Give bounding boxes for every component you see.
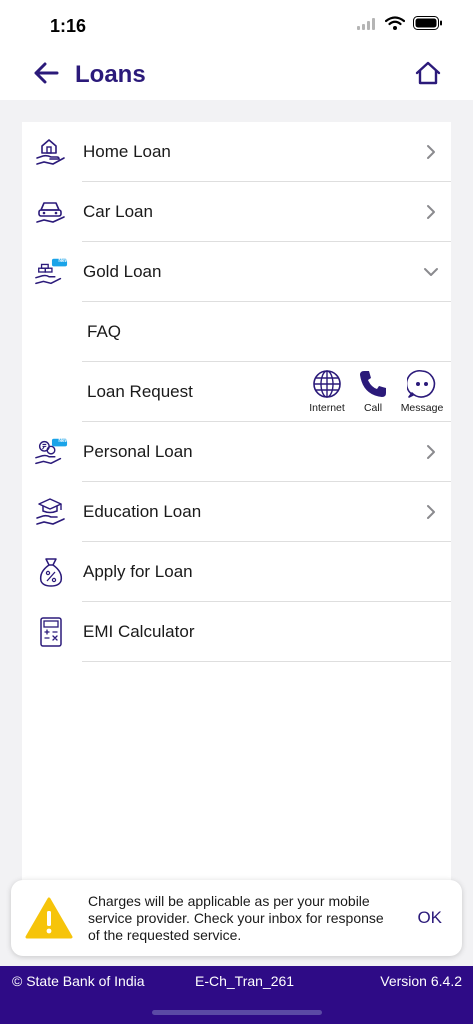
submenu-item-loan-request: Loan Request Internet Call Message (22, 362, 451, 422)
footer-version: Version 6.4.2 (380, 973, 462, 989)
status-bar: 1:16 (0, 0, 473, 50)
new-badge: New (58, 258, 69, 264)
status-icons (357, 16, 443, 35)
call-label: Call (363, 402, 383, 414)
chevron-right-icon (423, 144, 439, 160)
internet-button[interactable]: Internet (302, 368, 352, 420)
menu-item-personal-loan[interactable]: New Personal Loan (22, 422, 451, 482)
message-bubble-icon (405, 368, 439, 400)
loans-menu-card: Home Loan Car Loan New Gold Loan FAQ Loa… (22, 122, 451, 902)
menu-item-education-loan[interactable]: Education Loan (22, 482, 451, 542)
menu-item-label: EMI Calculator (83, 622, 195, 641)
menu-item-label: Car Loan (83, 202, 153, 221)
footer-copyright: © State Bank of India (12, 973, 145, 989)
battery-icon (413, 16, 443, 35)
submenu-item-label: FAQ (87, 322, 122, 341)
submenu-item-faq[interactable]: FAQ (22, 302, 451, 362)
emi-calculator-icon (34, 616, 68, 648)
toast-message: Charges will be applicable as per your m… (88, 893, 384, 943)
menu-item-car-loan[interactable]: Car Loan (22, 182, 451, 242)
wifi-icon (384, 16, 406, 35)
chevron-right-icon (423, 504, 439, 520)
page-title: Loans (75, 61, 146, 88)
menu-item-label: Gold Loan (83, 262, 162, 281)
submenu-item-label: Loan Request (87, 382, 193, 401)
menu-item-apply-for-loan[interactable]: Apply for Loan (22, 542, 451, 602)
education-loan-icon (34, 496, 68, 528)
charges-toast: Charges will be applicable as per your m… (11, 880, 462, 956)
footer-transaction-code: E-Ch_Tran_261 (195, 973, 295, 989)
internet-label: Internet (309, 402, 345, 414)
back-arrow-icon (33, 62, 59, 89)
nav-bar: Loans (0, 50, 473, 100)
menu-item-label: Home Loan (83, 142, 171, 161)
car-loan-icon (34, 196, 68, 228)
chevron-down-icon (423, 264, 439, 280)
warning-icon (25, 896, 73, 940)
home-loan-icon (34, 136, 68, 168)
footer-bar: © State Bank of India E-Ch_Tran_261 Vers… (0, 966, 473, 1024)
status-time: 1:16 (50, 16, 87, 36)
cellular-icon (357, 17, 377, 35)
menu-item-label: Apply for Loan (83, 562, 193, 581)
apply-loan-icon (34, 556, 68, 588)
menu-item-emi-calculator[interactable]: EMI Calculator (22, 602, 451, 662)
home-icon (415, 61, 441, 90)
new-badge: New (58, 438, 69, 444)
back-button[interactable] (30, 60, 62, 90)
menu-item-gold-loan[interactable]: New Gold Loan (22, 242, 451, 302)
message-label: Message (400, 402, 444, 414)
ok-button[interactable]: OK (417, 908, 442, 928)
home-button[interactable] (413, 61, 443, 89)
phone-icon (356, 368, 390, 400)
call-button[interactable]: Call (348, 368, 398, 420)
menu-item-home-loan[interactable]: Home Loan (22, 122, 451, 182)
menu-item-label: Personal Loan (83, 442, 193, 461)
chevron-right-icon (423, 204, 439, 220)
divider (82, 661, 451, 662)
globe-icon (310, 368, 344, 400)
home-indicator (152, 1010, 322, 1015)
menu-item-label: Education Loan (83, 502, 202, 521)
chevron-right-icon (423, 444, 439, 460)
message-button[interactable]: Message (397, 368, 447, 420)
